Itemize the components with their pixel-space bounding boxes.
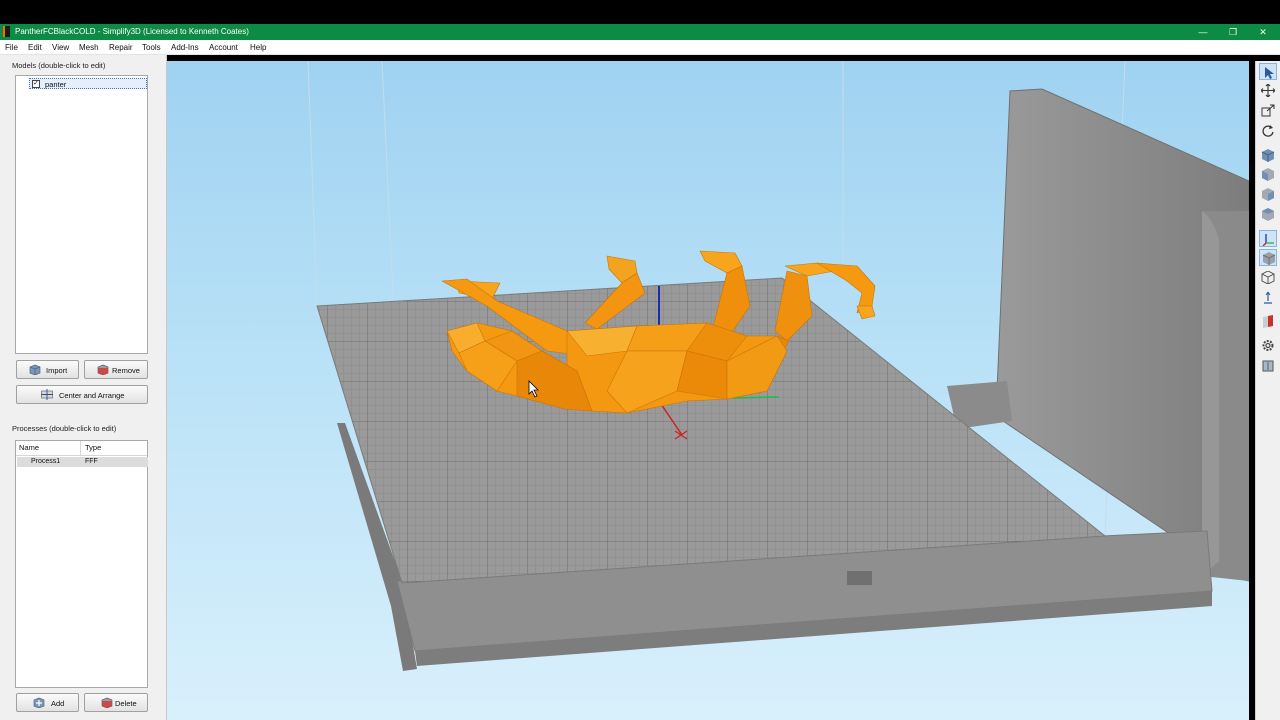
center-and-arrange-button[interactable]: Center and Arrange xyxy=(16,385,148,404)
add-process-label: Add xyxy=(51,699,65,708)
normals-button[interactable] xyxy=(1259,289,1277,306)
model-visibility-checkbox[interactable]: ✓ xyxy=(32,80,40,88)
wireframe-icon xyxy=(1261,271,1275,284)
scale-icon xyxy=(1261,104,1275,117)
menu-help[interactable]: Help xyxy=(250,43,266,52)
processes-col-name[interactable]: Name xyxy=(19,443,39,452)
center-and-arrange-label: Center and Arrange xyxy=(59,391,125,400)
remove-button-label: Remove xyxy=(112,366,140,375)
process-name: Process1 xyxy=(31,458,61,465)
processes-col-type[interactable]: Type xyxy=(85,443,101,452)
process-row[interactable]: Process1 FFF xyxy=(17,457,148,467)
print-bed-grid xyxy=(316,277,1107,584)
menu-mesh[interactable]: Mesh xyxy=(79,43,99,52)
minimize-button[interactable]: — xyxy=(1188,24,1218,40)
menu-view[interactable]: View xyxy=(52,43,69,52)
cross-section-button[interactable] xyxy=(1259,313,1277,330)
restore-button[interactable]: ❐ xyxy=(1218,24,1248,40)
view-side-button[interactable] xyxy=(1259,186,1277,203)
settings-gear-icon xyxy=(1262,340,1274,351)
view-default-icon xyxy=(1261,149,1275,162)
solid-view-button[interactable] xyxy=(1259,249,1277,266)
add-icon xyxy=(33,697,45,708)
machine-view-button[interactable] xyxy=(1259,357,1277,374)
model-name: panter xyxy=(45,80,67,89)
models-list[interactable]: ✓ panter xyxy=(15,75,148,354)
center-arrange-icon xyxy=(41,389,53,400)
solid-view-icon xyxy=(1262,252,1276,265)
menu-add-ins[interactable]: Add-Ins xyxy=(171,43,199,52)
view-side-icon xyxy=(1262,188,1274,201)
cross-section-icon xyxy=(1263,315,1273,328)
select-tool-button[interactable] xyxy=(1259,63,1277,80)
wireframe-view-button[interactable] xyxy=(1259,269,1277,286)
view-top-button[interactable] xyxy=(1259,206,1277,223)
rotate-icon xyxy=(1262,125,1274,137)
header-divider xyxy=(16,455,147,456)
move-tool-button[interactable] xyxy=(1259,82,1277,99)
select-icon xyxy=(1265,67,1274,79)
close-button[interactable]: ✕ xyxy=(1248,24,1278,40)
column-separator xyxy=(80,441,81,455)
model-list-item[interactable]: ✓ panter xyxy=(29,78,147,89)
view-front-button[interactable] xyxy=(1259,166,1277,183)
import-icon xyxy=(29,364,41,375)
app-icon xyxy=(3,26,10,37)
view-front-icon xyxy=(1262,168,1274,181)
menu-edit[interactable]: Edit xyxy=(28,43,42,52)
scale-tool-button[interactable] xyxy=(1259,102,1277,119)
machine-view-icon xyxy=(1262,360,1274,372)
remove-icon xyxy=(97,364,109,375)
axes-toggle-button[interactable] xyxy=(1259,230,1277,247)
scene-render xyxy=(307,61,1249,671)
window-title: PantherFCBlackCOLD - Simplify3D (License… xyxy=(15,27,249,36)
processes-section-label: Processes (double-click to edit) xyxy=(12,424,117,433)
settings-button[interactable] xyxy=(1259,337,1277,354)
screen-top-border xyxy=(0,0,1280,24)
import-button-label: Import xyxy=(46,366,68,375)
rotate-tool-button[interactable] xyxy=(1259,122,1277,139)
axes-icon xyxy=(1262,234,1274,246)
menu-file[interactable]: File xyxy=(5,43,18,52)
models-section-label: Models (double-click to edit) xyxy=(12,61,106,70)
right-toolbar xyxy=(1255,61,1280,720)
processes-list[interactable]: Name Type Process1 FFF xyxy=(15,440,148,688)
view-default-button[interactable] xyxy=(1259,147,1277,164)
menu-tools[interactable]: Tools xyxy=(142,43,161,52)
import-button[interactable]: Import xyxy=(16,360,79,379)
normals-icon xyxy=(1264,291,1272,304)
menu-bar: File Edit View Mesh Repair Tools Add-Ins… xyxy=(0,40,1280,55)
process-type: FFF xyxy=(85,458,98,465)
delete-icon xyxy=(101,697,113,708)
remove-button[interactable]: Remove xyxy=(84,360,148,379)
view-top-icon xyxy=(1262,208,1274,221)
menu-repair[interactable]: Repair xyxy=(109,43,133,52)
delete-process-button[interactable]: Delete xyxy=(84,693,148,712)
delete-process-label: Delete xyxy=(115,699,137,708)
left-panel: Models (double-click to edit) ✓ panter I… xyxy=(0,55,167,720)
move-icon xyxy=(1261,84,1275,97)
title-bar: PantherFCBlackCOLD - Simplify3D (License… xyxy=(0,24,1280,40)
3d-viewport[interactable] xyxy=(167,61,1249,720)
add-process-button[interactable]: Add xyxy=(16,693,79,712)
menu-account[interactable]: Account xyxy=(209,43,238,52)
